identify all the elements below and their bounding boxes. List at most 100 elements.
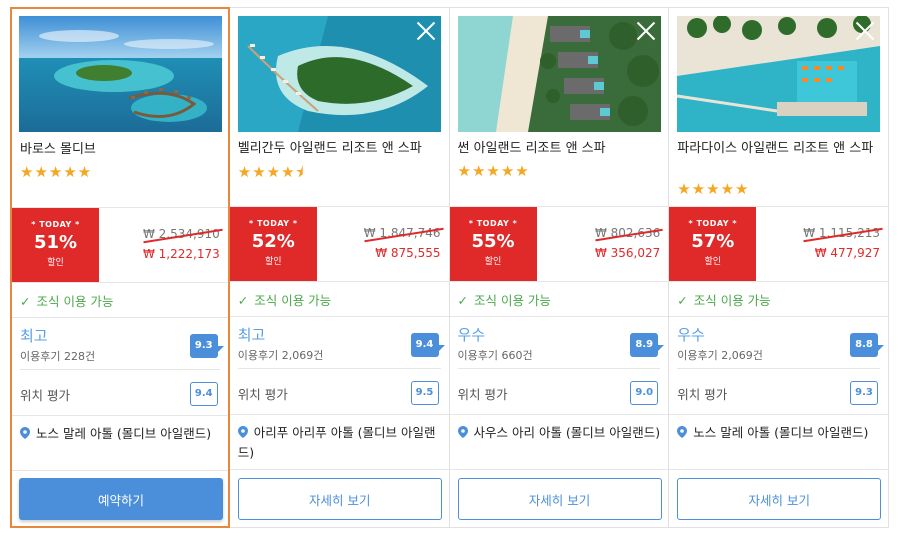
- divider: [669, 469, 888, 470]
- location-score-badge: 9.5: [410, 381, 439, 405]
- divider: [12, 415, 228, 416]
- hotel-name[interactable]: 바로스 몰디브: [20, 140, 220, 159]
- review-count[interactable]: 이용후기 2,069건: [238, 347, 324, 363]
- divider: [12, 282, 228, 283]
- discount-percent: 52%: [251, 231, 295, 252]
- view-details-button[interactable]: 자세히 보기: [677, 478, 882, 520]
- location-rating-label: 위치 평가: [237, 387, 288, 402]
- discount-percent: 55%: [471, 231, 515, 252]
- hotel-address: 노스 말레 아톨 (몰디브 아일랜드): [677, 423, 882, 443]
- today-deal-badge: * TODAY * 57% 할인: [669, 207, 757, 281]
- divider: [669, 316, 888, 317]
- address-text: 노스 말레 아톨 (몰디브 아일랜드): [36, 426, 212, 441]
- check-icon: ✓: [677, 293, 688, 308]
- hotel-photo[interactable]: [457, 16, 661, 132]
- divider: [20, 369, 220, 370]
- location-rating-label: 위치 평가: [677, 387, 728, 402]
- location-pin-icon: [20, 427, 30, 439]
- breakfast-label: 조식 이용 가능: [254, 293, 332, 308]
- address-text: 사우스 아리 아톨 (몰디브 아일랜드): [473, 425, 661, 440]
- review-score-badge: 8.8: [850, 333, 884, 357]
- discount-percent: 51%: [33, 232, 78, 253]
- divider: [669, 414, 888, 415]
- check-icon: ✓: [457, 293, 468, 308]
- original-price: ₩ 1,847,746: [363, 226, 441, 240]
- today-label: * TODAY *: [31, 220, 80, 229]
- divider: [449, 316, 669, 317]
- divider: [12, 470, 228, 471]
- discount-suffix: 할인: [264, 257, 282, 267]
- hotel-photo[interactable]: [237, 16, 441, 132]
- location-score-badge: 9.4: [189, 382, 218, 406]
- divider: [449, 414, 669, 415]
- view-details-button[interactable]: 자세히 보기: [457, 478, 662, 520]
- divider: [677, 368, 880, 369]
- location-pin-icon: [457, 426, 468, 438]
- close-icon[interactable]: [635, 20, 657, 42]
- location-rating-label: 위치 평가: [20, 388, 70, 403]
- sale-price: ₩ 1,222,173: [142, 247, 220, 261]
- hotel-photo[interactable]: [677, 16, 881, 132]
- discount-percent: 57%: [691, 231, 735, 252]
- star-rating: ★★★★★: [20, 163, 93, 181]
- hotel-address: 아리푸 아리푸 아톨 (몰디브 아일랜드): [237, 423, 443, 463]
- location-score-badge: 9.3: [850, 381, 878, 405]
- hotel-card[interactable]: 바로스 몰디브 ★★★★★ * TODAY * 51% 할인 ₩ 2,534,9…: [10, 7, 230, 528]
- hotel-name[interactable]: 썬 아일랜드 리조트 앤 스파: [458, 139, 658, 158]
- original-price: ₩ 2,534,910: [142, 227, 220, 241]
- review-score-badge: 9.3: [189, 334, 224, 358]
- star-rating: ★★★★★: [677, 180, 750, 198]
- check-icon: ✓: [20, 294, 31, 309]
- divider: [229, 469, 449, 470]
- breakfast-info: ✓ 조식 이용 가능: [20, 291, 113, 310]
- hotel-card[interactable]: 썬 아일랜드 리조트 앤 스파 ★★★★★ * TODAY * 55% 할인 ₩…: [449, 7, 670, 528]
- review-score-badge: 8.9: [630, 333, 665, 357]
- hotel-photo[interactable]: [19, 16, 222, 132]
- breakfast-info: ✓ 조식 이용 가능: [458, 290, 551, 309]
- discount-suffix: 할인: [47, 258, 64, 268]
- location-rating-label: 위치 평가: [457, 387, 508, 402]
- discount-suffix: 할인: [704, 257, 722, 267]
- rating-word: 최고: [20, 327, 48, 345]
- review-score-badge: 9.4: [410, 333, 445, 357]
- discount-suffix: 할인: [484, 257, 502, 267]
- review-count[interactable]: 이용후기 2,069건: [677, 347, 763, 363]
- divider: [449, 469, 669, 470]
- rating-word: 우수: [677, 326, 705, 344]
- star-rating: ★★★★★: [457, 162, 530, 180]
- review-count[interactable]: 이용후기 228건: [20, 348, 95, 364]
- divider: [237, 368, 441, 369]
- hotel-name[interactable]: 벨리간두 아일랜드 리조트 앤 스파: [238, 139, 438, 158]
- divider: [229, 281, 449, 282]
- today-label: * TODAY *: [468, 219, 518, 228]
- star-rating: ★★★★⯨: [237, 163, 305, 181]
- location-score-badge: 9.0: [630, 381, 659, 405]
- divider: [449, 281, 669, 282]
- today-label: * TODAY *: [688, 219, 738, 228]
- original-price: ₩ 1,115,213: [803, 226, 880, 240]
- original-price: ₩ 802,636: [594, 226, 661, 240]
- sale-price: ₩ 477,927: [814, 246, 880, 260]
- breakfast-label: 조식 이용 가능: [36, 294, 114, 309]
- today-label: * TODAY *: [248, 219, 298, 228]
- hotel-card-list: 바로스 몰디브 ★★★★★ * TODAY * 51% 할인 ₩ 2,534,9…: [10, 7, 889, 528]
- close-icon[interactable]: [415, 20, 437, 42]
- hotel-card[interactable]: 파라다이스 아일랜드 리조트 앤 스파 ★★★★★ * TODAY * 57% …: [669, 7, 889, 528]
- divider: [669, 281, 888, 282]
- location-pin-icon: [237, 426, 248, 438]
- hotel-card[interactable]: 벨리간두 아일랜드 리조트 앤 스파 ★★★★⯨ * TODAY * 52% 할…: [229, 7, 450, 528]
- divider: [457, 368, 661, 369]
- hotel-name[interactable]: 파라다이스 아일랜드 리조트 앤 스파: [677, 139, 877, 158]
- close-icon[interactable]: [854, 20, 876, 42]
- divider: [229, 414, 449, 415]
- location-pin-icon: [677, 426, 688, 438]
- view-details-button[interactable]: 자세히 보기: [237, 478, 442, 520]
- review-count[interactable]: 이용후기 660건: [458, 347, 533, 363]
- hotel-address: 사우스 아리 아톨 (몰디브 아일랜드): [457, 423, 663, 443]
- book-button[interactable]: 예약하기: [19, 478, 223, 520]
- divider: [229, 316, 449, 317]
- address-text: 노스 말레 아톨 (몰디브 아일랜드): [693, 425, 869, 440]
- check-icon: ✓: [237, 293, 249, 308]
- breakfast-info: ✓ 조식 이용 가능: [238, 290, 331, 309]
- divider: [12, 317, 228, 318]
